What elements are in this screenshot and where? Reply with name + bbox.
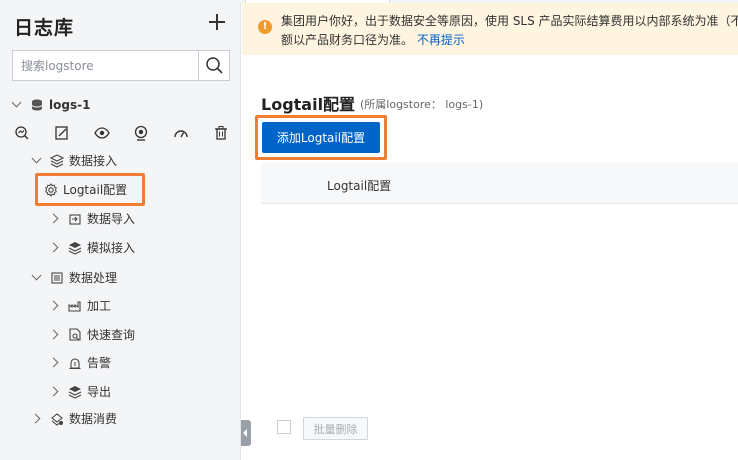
database-icon xyxy=(30,98,44,112)
tree-item-label: 数据导入 xyxy=(87,212,136,226)
chevron-down-icon[interactable] xyxy=(30,271,44,285)
tree-item-transform[interactable]: 加工 xyxy=(48,297,111,314)
tree-item-label: 导出 xyxy=(87,385,112,399)
tree-item-label: 告警 xyxy=(87,356,112,370)
chevron-down-icon[interactable] xyxy=(30,154,44,168)
chevron-right-icon[interactable] xyxy=(48,328,62,342)
tree-item-label: 模拟接入 xyxy=(87,241,136,255)
project-name: logs-1 xyxy=(49,98,91,112)
highlight-logtail-config xyxy=(35,173,145,206)
chevron-down-icon[interactable] xyxy=(10,98,24,112)
logstore-toolbar xyxy=(14,125,229,143)
notice-line-1: 集团用户你好，出于数据安全等原因，使用 SLS 产品实际结算费用以内部系统为准（… xyxy=(281,14,738,28)
chevron-right-icon[interactable] xyxy=(48,241,62,255)
tree-item-label: 加工 xyxy=(87,299,112,313)
tree-item-data-consumption[interactable]: 数据消费 xyxy=(30,410,117,427)
tree-project-logs-1[interactable]: logs-1 xyxy=(10,98,90,112)
notice-line-2: 额以产品财务口径为准。 不再提示 xyxy=(281,31,465,48)
delete-icon[interactable] xyxy=(213,125,229,141)
layers-icon xyxy=(50,153,64,168)
layers-icon xyxy=(68,385,82,399)
tree-item-quick-query[interactable]: 快速查询 xyxy=(48,326,135,343)
import-icon xyxy=(68,212,82,226)
alert-icon[interactable] xyxy=(133,125,149,141)
consume-icon xyxy=(50,412,64,426)
tree-item-data-processing[interactable]: 数据处理 xyxy=(30,269,117,286)
tree-item-label: 数据消费 xyxy=(69,412,118,426)
select-all-checkbox[interactable] xyxy=(277,420,291,434)
tree-item-label: 数据处理 xyxy=(69,271,118,285)
dismiss-notice-link[interactable]: 不再提示 xyxy=(417,33,465,47)
saved-search-icon xyxy=(68,327,82,342)
chevron-right-icon[interactable] xyxy=(48,356,62,370)
sidebar-collapse-handle[interactable] xyxy=(241,420,251,446)
warning-icon: ! xyxy=(258,20,272,34)
eye-icon[interactable] xyxy=(93,125,110,141)
tree-item-data-import[interactable]: 数据导入 xyxy=(48,210,135,227)
logstore-sidebar: 日志库 logs-1 数据接入 Logtail配置 xyxy=(0,3,241,460)
layers-icon xyxy=(68,241,82,255)
dashboard-icon[interactable] xyxy=(173,125,189,141)
page-title: Logtail配置 xyxy=(261,95,356,114)
alarm-icon xyxy=(68,356,82,370)
notice-banner: ! 集团用户你好，出于数据安全等原因，使用 SLS 产品实际结算费用以内部系统为… xyxy=(242,3,738,55)
sidebar-title: 日志库 xyxy=(14,17,75,39)
tree-item-alert[interactable]: 告警 xyxy=(48,354,111,371)
chevron-right-icon[interactable] xyxy=(48,212,62,226)
table-header: Logtail配置 xyxy=(261,163,738,204)
tree-item-label: 数据接入 xyxy=(69,154,118,168)
batch-delete-button[interactable]: 批量删除 xyxy=(303,417,368,440)
tree-item-data-ingest[interactable]: 数据接入 xyxy=(30,152,117,169)
column-header-logtail-config: Logtail配置 xyxy=(327,179,392,193)
tree-item-simulated-ingest[interactable]: 模拟接入 xyxy=(48,239,135,256)
search-input[interactable] xyxy=(13,51,199,80)
chevron-right-icon[interactable] xyxy=(48,299,62,313)
list-icon xyxy=(50,271,64,285)
logstore-search xyxy=(12,50,230,81)
search-icon xyxy=(206,57,223,74)
page-subtitle: (所属logstore： logs-1) xyxy=(360,98,484,111)
tree-item-export[interactable]: 导出 xyxy=(48,383,111,400)
notice-line-2-text: 额以产品财务口径为准。 xyxy=(281,33,414,47)
add-logstore-button[interactable] xyxy=(204,9,230,35)
chevron-right-icon[interactable] xyxy=(30,412,44,426)
search-button[interactable] xyxy=(198,51,229,80)
query-icon[interactable] xyxy=(14,125,30,141)
tree-item-label: 快速查询 xyxy=(87,328,136,342)
edit-icon[interactable] xyxy=(54,125,70,141)
highlight-add-button xyxy=(255,115,387,160)
factory-icon xyxy=(68,299,82,313)
chevron-right-icon[interactable] xyxy=(48,385,62,399)
